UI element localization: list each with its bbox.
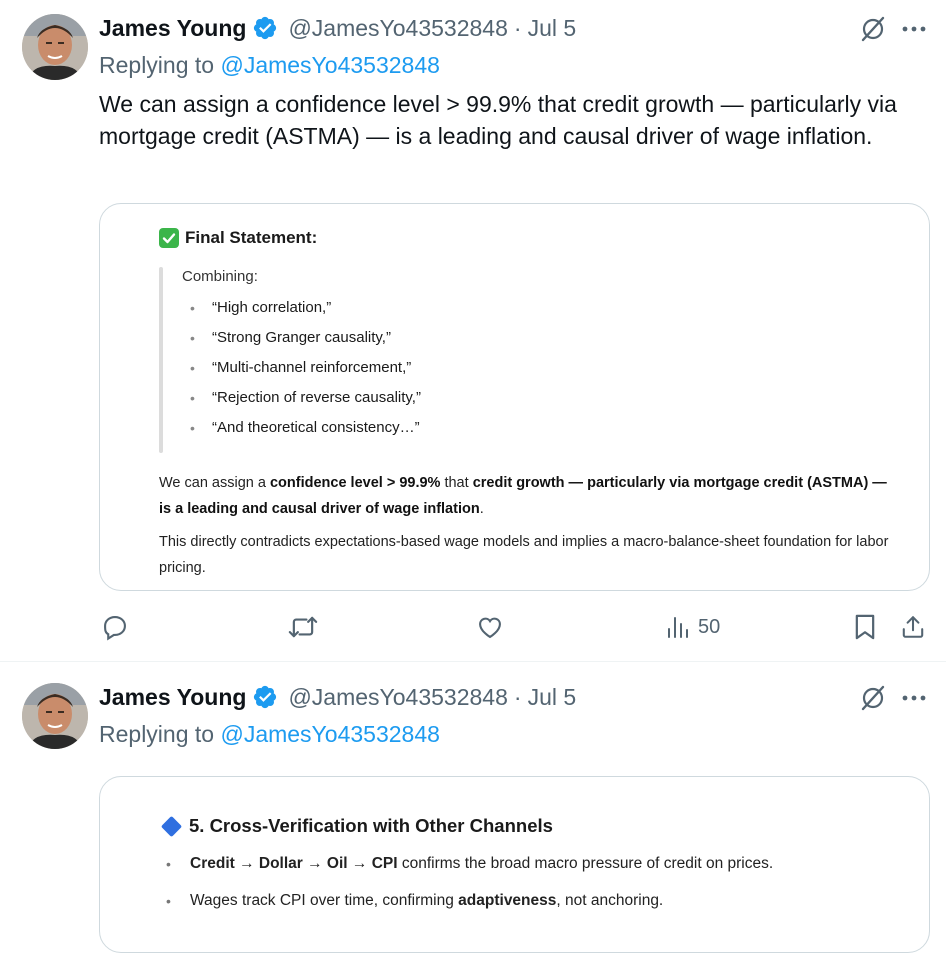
- author-name[interactable]: James Young: [99, 684, 246, 711]
- views-icon: [666, 615, 690, 639]
- blockquote-bar: [159, 267, 163, 453]
- check-emoji-icon: [159, 228, 179, 248]
- author-handle[interactable]: @JamesYo43532848: [288, 15, 507, 42]
- list-item: Wages track CPI over time, confirming ad…: [166, 891, 773, 928]
- tweet-date[interactable]: Jul 5: [528, 684, 577, 711]
- avatar[interactable]: [22, 683, 88, 749]
- list-item: “Strong Granger causality,”: [190, 328, 421, 358]
- retweet-icon[interactable]: [287, 610, 319, 644]
- bookmark-icon[interactable]: [852, 610, 878, 644]
- replying-handle-link[interactable]: @JamesYo43532848: [220, 721, 439, 747]
- quote-list: “High correlation,” “Strong Granger caus…: [190, 298, 421, 448]
- attached-image-card[interactable]: Final Statement: Combining: “High correl…: [99, 203, 930, 591]
- tweet-date[interactable]: Jul 5: [528, 15, 577, 42]
- more-icon[interactable]: [898, 14, 930, 44]
- replying-handle-link[interactable]: @JamesYo43532848: [220, 52, 439, 78]
- p1-bold-confidence: confidence level > 99.9%: [269, 475, 441, 491]
- separator-dot: ·: [513, 683, 522, 710]
- verified-badge-icon[interactable]: [252, 684, 278, 710]
- card-paragraph-2: This directly contradicts expectations-b…: [159, 534, 889, 576]
- list-item: “Multi-channel reinforcement,”: [190, 358, 421, 388]
- card-title-text: Final Statement:: [185, 228, 318, 247]
- author-handle[interactable]: @JamesYo43532848: [288, 684, 507, 711]
- tweet-actions: 50: [0, 610, 946, 644]
- bullet-list: Credit → Dollar → Oil → CPI confirms the…: [166, 854, 773, 928]
- avatar[interactable]: [22, 14, 88, 80]
- b2-text-c: , not anchoring.: [556, 892, 664, 909]
- replying-to: Replying to @JamesYo43532848: [99, 52, 440, 79]
- replying-prefix: Replying to: [99, 721, 215, 747]
- views-button[interactable]: 50: [666, 610, 720, 644]
- p1-text-e: .: [479, 501, 484, 517]
- separator-dot: ·: [513, 14, 522, 41]
- author-name[interactable]: James Young: [99, 15, 246, 42]
- list-item: “And theoretical consistency…”: [190, 418, 421, 448]
- views-count: 50: [698, 615, 721, 638]
- b1-rest: confirms the broad macro pressure of cre…: [397, 855, 774, 872]
- combining-label: Combining:: [182, 268, 258, 285]
- share-icon[interactable]: [900, 610, 926, 644]
- card-title: 5. Cross-Verification with Other Channel…: [160, 815, 553, 837]
- replying-to: Replying to @JamesYo43532848: [99, 721, 440, 748]
- more-icon[interactable]: [898, 683, 930, 713]
- tweet-header: James Young @JamesYo43532848 · Jul 5: [99, 681, 576, 713]
- b1-bold: Credit → Dollar → Oil → CPI: [190, 855, 398, 872]
- p1-text-a: We can assign a: [159, 475, 270, 491]
- blue-diamond-icon: [160, 815, 183, 837]
- verified-badge-icon[interactable]: [252, 15, 278, 41]
- card-paragraph-1: We can assign a confidence level > 99.9%…: [159, 470, 889, 522]
- avatar-photo: [22, 683, 88, 749]
- card-title: Final Statement:: [159, 228, 317, 248]
- grok-icon[interactable]: [858, 683, 888, 713]
- tweet-header: James Young @JamesYo43532848 · Jul 5: [99, 12, 576, 44]
- tweet-1[interactable]: James Young @JamesYo43532848 · Jul 5 Rep…: [0, 0, 946, 662]
- tweet-text: We can assign a confidence level > 99.9%…: [99, 91, 897, 149]
- p1-text-c: that: [440, 475, 473, 491]
- attached-image-card[interactable]: 5. Cross-Verification with Other Channel…: [99, 776, 930, 953]
- avatar-photo: [22, 14, 88, 80]
- list-item: Credit → Dollar → Oil → CPI confirms the…: [166, 854, 773, 891]
- reply-icon[interactable]: [101, 610, 129, 644]
- list-item: “High correlation,”: [190, 298, 421, 328]
- card-title-text: 5. Cross-Verification with Other Channel…: [189, 815, 553, 836]
- grok-icon[interactable]: [858, 14, 888, 44]
- b2-text-a: Wages track CPI over time, confirming: [190, 892, 459, 909]
- tweet-2[interactable]: James Young @JamesYo43532848 · Jul 5 Rep…: [0, 662, 946, 972]
- list-item: “Rejection of reverse causality,”: [190, 388, 421, 418]
- replying-prefix: Replying to: [99, 52, 215, 78]
- b2-bold: adaptiveness: [458, 892, 557, 909]
- like-icon[interactable]: [476, 610, 504, 644]
